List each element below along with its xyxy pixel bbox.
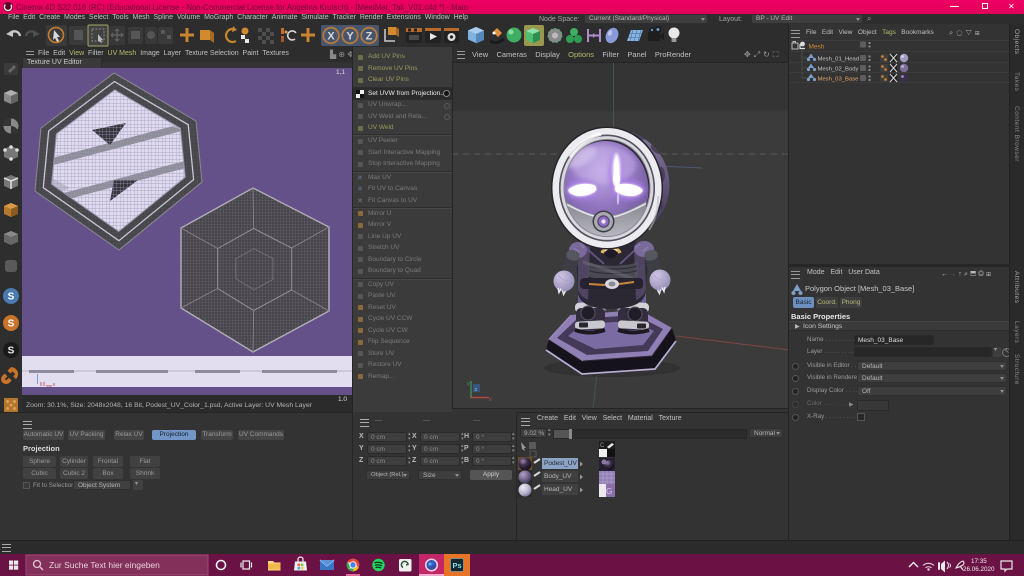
svg-text:17:35: 17:35: [971, 558, 987, 565]
svg-text:Z: Z: [366, 31, 373, 43]
svg-text:26.06.2020: 26.06.2020: [963, 566, 995, 573]
svg-text:z: z: [475, 387, 478, 393]
svg-text:X: X: [327, 31, 335, 43]
svg-text:Mesh_02_Body: Mesh_02_Body: [818, 67, 859, 73]
svg-text:Mesh_03_Base: Mesh_03_Base: [818, 77, 860, 83]
svg-text:G: G: [606, 487, 612, 496]
svg-text:Ps: Ps: [453, 561, 462, 570]
svg-text:S: S: [8, 346, 15, 357]
svg-text:C: C: [600, 443, 605, 449]
svg-text:S: S: [8, 319, 15, 330]
svg-text:S: S: [8, 292, 15, 303]
svg-text:Zur Suche Text hier eingeben: Zur Suche Text hier eingeben: [49, 560, 160, 570]
svg-text:Mesh: Mesh: [809, 44, 825, 51]
svg-text:x: x: [489, 397, 492, 403]
svg-text:Mesh_01_Head: Mesh_01_Head: [818, 57, 860, 63]
svg-text:Y: Y: [346, 31, 354, 43]
svg-text:y: y: [467, 381, 470, 387]
